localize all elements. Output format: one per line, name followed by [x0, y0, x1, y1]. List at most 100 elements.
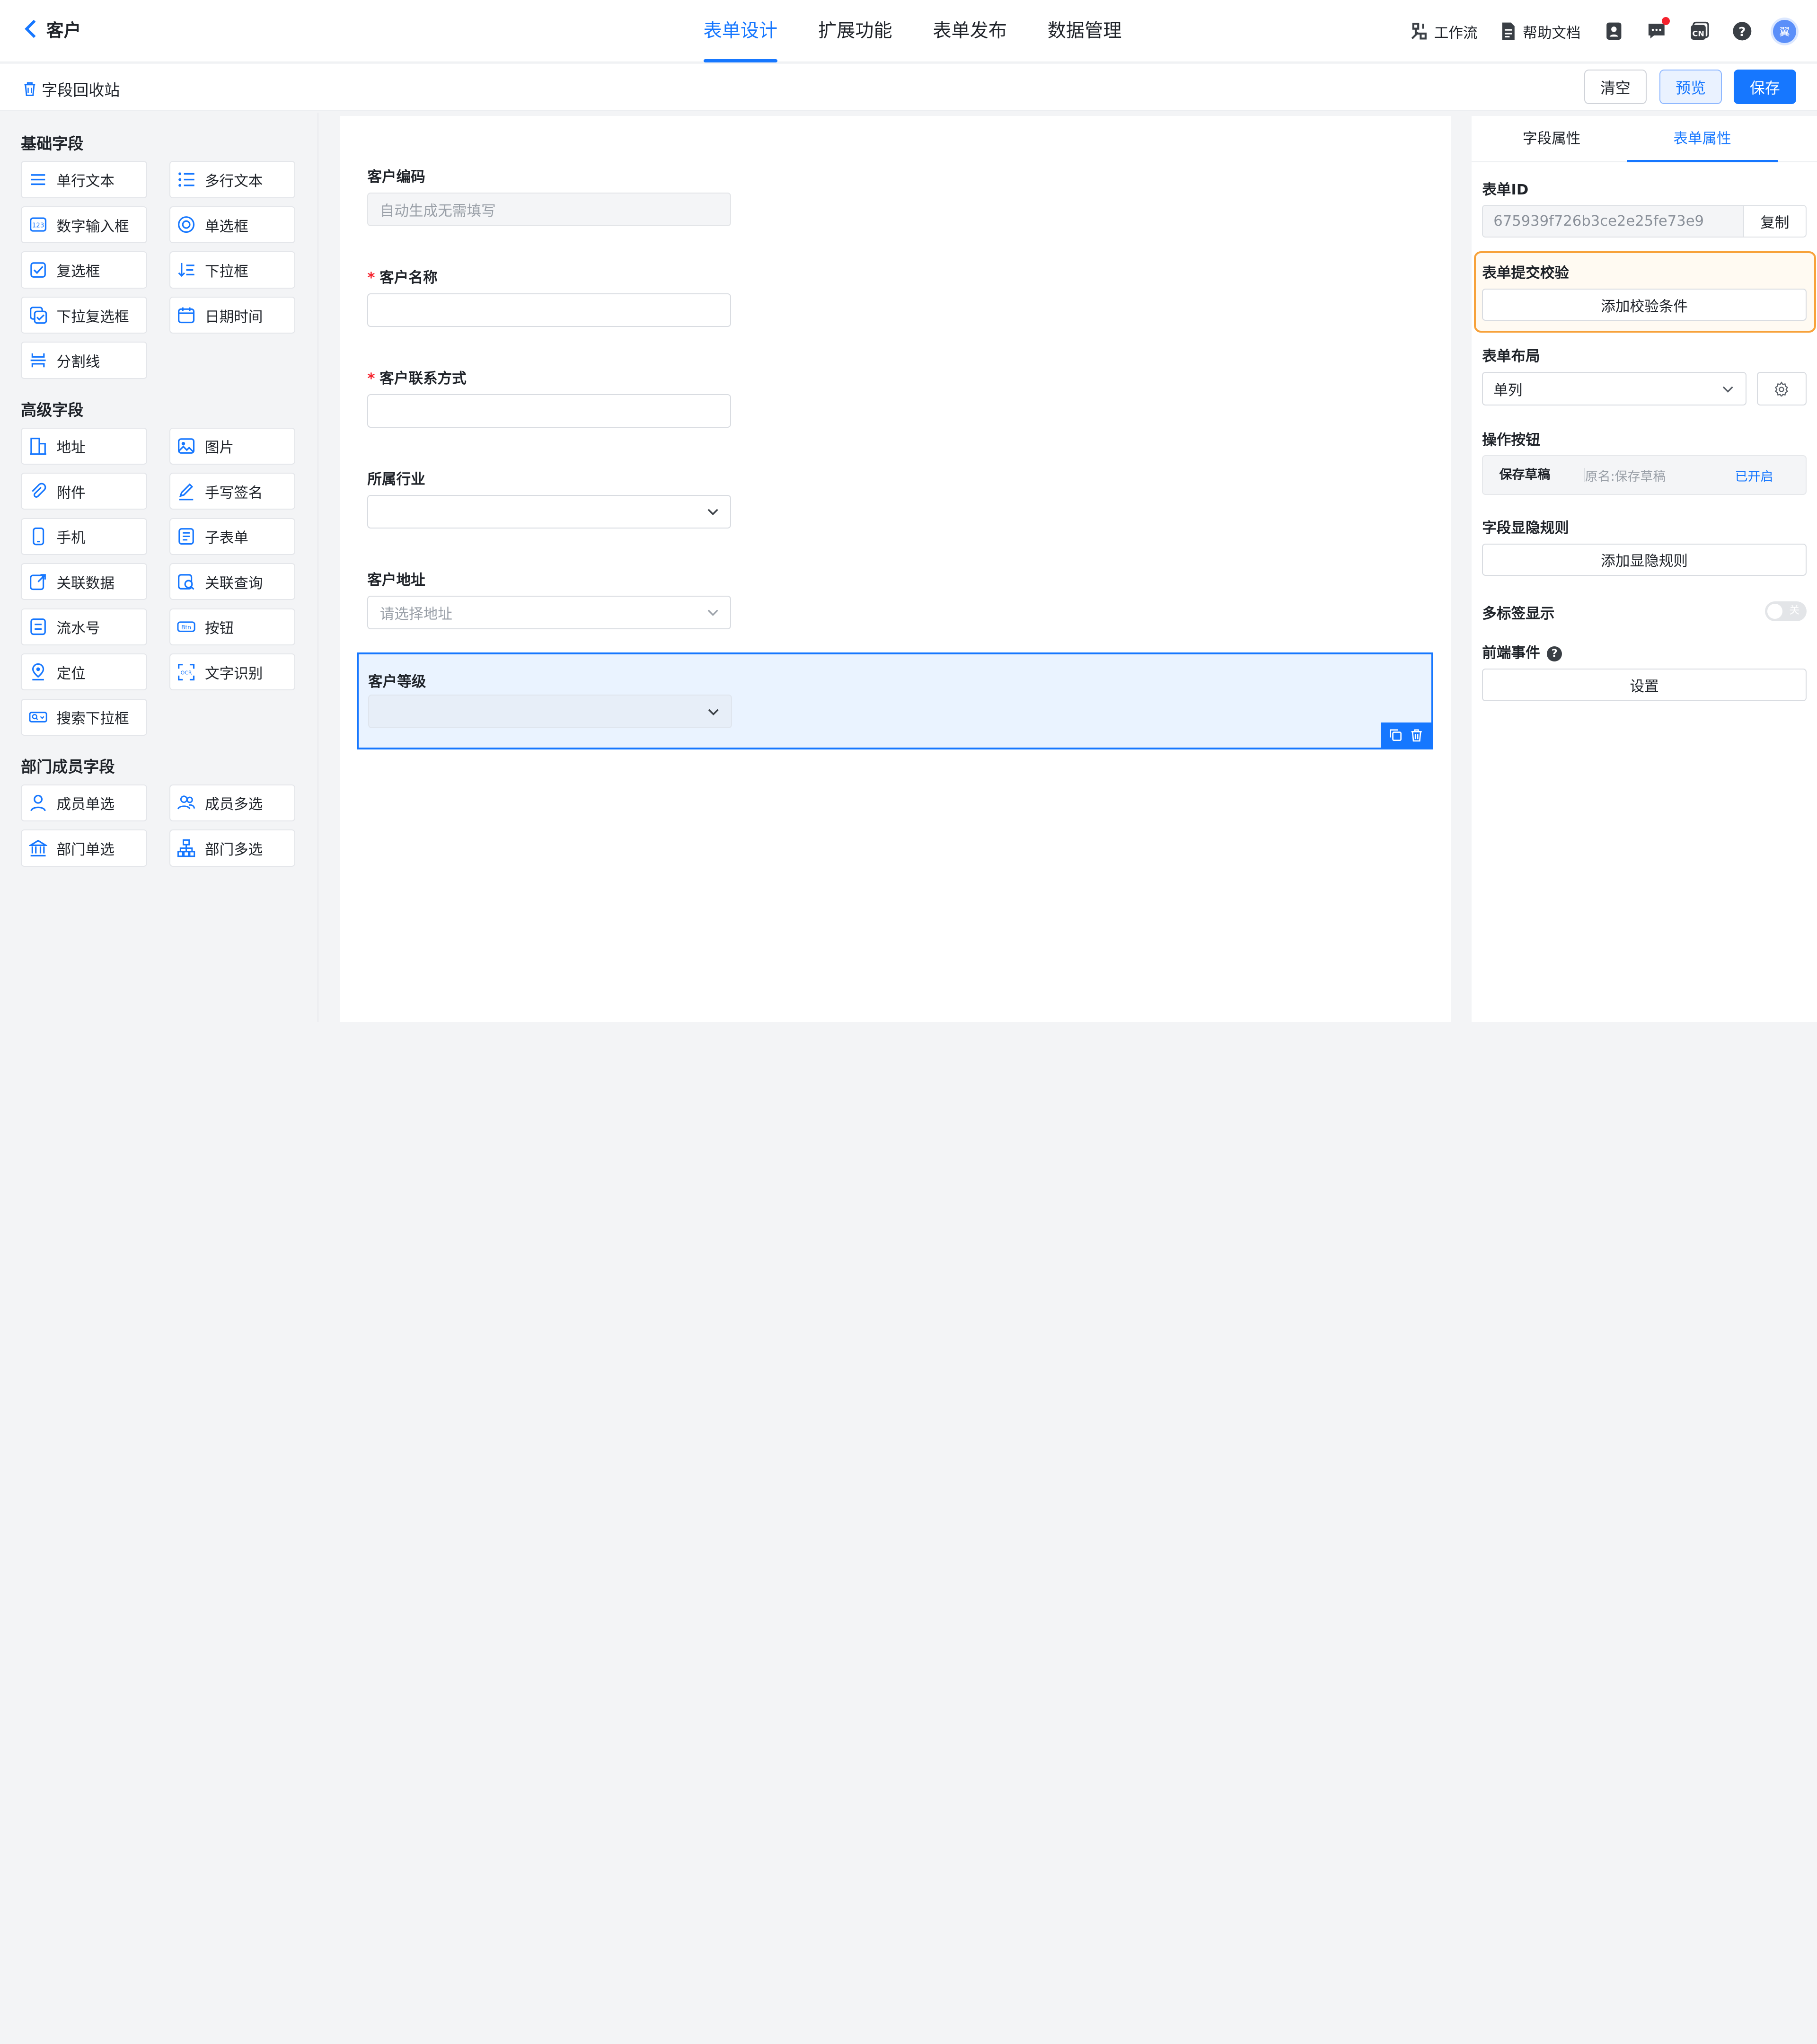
form-field-customer-address[interactable]: 客户地址 请选择地址	[367, 568, 732, 629]
palette-item-address[interactable]: 地址	[21, 427, 148, 465]
form-field-customer-name[interactable]: * 客户名称	[367, 265, 732, 327]
palette-item-attachment[interactable]: 附件	[21, 473, 148, 510]
avatar[interactable]: 翼	[1773, 19, 1796, 43]
palette-item-location[interactable]: 定位	[21, 653, 148, 691]
form-id-section: 表单ID 675939f726b3ce2e25fe73e9 复制	[1482, 177, 1807, 238]
palette-item-image[interactable]: 图片	[169, 427, 296, 465]
palette-item-serial-number[interactable]: 流水号	[21, 608, 148, 645]
palette-item-link-query[interactable]: 关联查询	[169, 563, 296, 600]
tab-form-publish[interactable]: 表单发布	[933, 0, 1007, 62]
copy-icon[interactable]	[1389, 728, 1402, 742]
customer-level-select[interactable]	[368, 695, 732, 729]
palette-item-single-line-text[interactable]: 单行文本	[21, 161, 148, 198]
divider-icon	[30, 353, 46, 368]
language-cn-icon: CN	[1691, 22, 1709, 40]
form-field-industry[interactable]: 所属行业	[367, 467, 732, 529]
number-input-icon: 123	[29, 217, 46, 232]
preview-button[interactable]: 预览	[1659, 69, 1722, 105]
form-id-label: 表单ID	[1482, 181, 1529, 198]
link-query-icon	[178, 573, 194, 590]
palette-item-label: 下拉复选框	[56, 308, 129, 326]
member-fields-title: 部门成员字段	[21, 757, 115, 776]
question-icon[interactable]: ?	[1547, 646, 1562, 661]
clear-button[interactable]: 清空	[1584, 69, 1647, 105]
add-visibility-rule-button[interactable]: 添加显隐规则	[1482, 543, 1807, 576]
help-button[interactable]: ?	[1732, 21, 1752, 41]
svg-text:Btn: Btn	[181, 624, 191, 631]
palette-item-signature[interactable]: 手写签名	[169, 473, 296, 510]
palette-item-member-single[interactable]: 成员单选	[21, 784, 148, 822]
palette-item-label: 关联查询	[204, 575, 263, 592]
palette-item-divider[interactable]: 分割线	[21, 342, 148, 379]
tab-field-properties[interactable]: 字段属性	[1476, 116, 1627, 161]
palette-item-button[interactable]: Btn 按钮	[169, 608, 296, 645]
palette-item-link-data[interactable]: 关联数据	[21, 563, 148, 600]
palette-item-dropdown[interactable]: 下拉框	[169, 251, 296, 289]
palette-item-label: 部门多选	[204, 841, 263, 858]
palette-item-number-input[interactable]: 123 数字输入框	[21, 206, 148, 244]
tab-extensions[interactable]: 扩展功能	[818, 0, 892, 62]
multi-tab-toggle[interactable]: 关	[1764, 601, 1807, 621]
properties-panel: 字段属性 表单属性 表单ID 675939f726b3ce2e25fe73e9 …	[1472, 115, 1817, 1022]
multi-line-text-icon	[178, 172, 194, 187]
palette-item-ocr[interactable]: OCR 文字识别	[169, 653, 296, 691]
address-select[interactable]: 请选择地址	[367, 595, 732, 629]
link-data-icon	[29, 573, 46, 590]
customer-contact-input[interactable]	[367, 394, 732, 428]
messages-button[interactable]	[1647, 17, 1670, 41]
page-title: 客户	[46, 20, 81, 41]
palette-item-label: 手机	[56, 530, 86, 547]
palette-item-subform[interactable]: 子表单	[169, 518, 296, 555]
field-label: 客户等级	[368, 673, 426, 690]
palette-item-radio[interactable]: 单选框	[169, 206, 296, 244]
workflow-label: 工作流	[1434, 25, 1478, 42]
tab-data-management[interactable]: 数据管理	[1048, 0, 1122, 62]
dropdown-checkbox-icon	[29, 307, 47, 324]
search-dropdown-icon	[29, 712, 47, 723]
contacts-button[interactable]	[1604, 21, 1624, 41]
frontend-events-settings-button[interactable]: 设置	[1482, 669, 1807, 701]
svg-text:123: 123	[32, 222, 44, 229]
back-button[interactable]: 客户	[21, 16, 81, 42]
palette-item-department-multi[interactable]: 部门多选	[169, 829, 296, 867]
form-layout-section: 表单布局 单列	[1482, 344, 1807, 406]
form-field-customer-contact[interactable]: * 客户联系方式	[367, 366, 732, 428]
submit-validation-label: 表单提交校验	[1482, 265, 1569, 282]
action-status-toggle[interactable]: 已开启	[1735, 466, 1773, 485]
visibility-rules-section: 字段显隐规则 添加显隐规则	[1482, 516, 1807, 576]
add-validation-button[interactable]: 添加校验条件	[1482, 288, 1807, 321]
radio-icon	[178, 216, 195, 233]
delete-icon[interactable]	[1410, 728, 1423, 742]
svg-text:OCR: OCR	[181, 670, 192, 676]
document-icon	[1502, 22, 1515, 40]
form-id-row: 675939f726b3ce2e25fe73e9 复制	[1482, 205, 1807, 238]
form-field-customer-level-selected[interactable]: 客户等级	[357, 652, 1434, 750]
tab-form-properties[interactable]: 表单属性	[1627, 116, 1778, 163]
form-field-customer-code[interactable]: 客户编码 自动生成无需填写	[367, 165, 732, 226]
workflow-button[interactable]: 工作流	[1410, 21, 1478, 42]
form-layout-select[interactable]: 单列	[1482, 372, 1746, 406]
customer-name-input[interactable]	[367, 293, 732, 327]
palette-item-member-multi[interactable]: 成员多选	[169, 784, 296, 822]
palette-item-multi-line-text[interactable]: 多行文本	[169, 161, 296, 198]
field-recycle-bin-button[interactable]: 字段回收站	[22, 78, 120, 100]
tab-form-design[interactable]: 表单设计	[703, 0, 777, 63]
palette-item-dropdown-checkbox[interactable]: 下拉复选框	[21, 296, 148, 334]
language-button[interactable]: CN	[1690, 21, 1710, 41]
help-docs-button[interactable]: 帮助文档	[1499, 21, 1581, 42]
palette-item-label: 定位	[56, 665, 86, 682]
question-icon: ?	[1733, 22, 1752, 41]
industry-select[interactable]	[367, 494, 732, 529]
toolbar: 字段回收站 清空 预览 保存	[0, 63, 1817, 112]
palette-item-search-dropdown[interactable]: 搜索下拉框	[21, 698, 148, 736]
layout-settings-button[interactable]	[1756, 372, 1807, 406]
copy-button[interactable]: 复制	[1743, 206, 1806, 237]
palette-item-datetime[interactable]: 日期时间	[169, 296, 296, 334]
palette-item-checkbox[interactable]: 复选框	[21, 251, 148, 289]
field-actions	[1380, 722, 1432, 748]
chevron-down-icon	[708, 709, 719, 716]
save-button[interactable]: 保存	[1733, 69, 1796, 105]
palette-item-phone[interactable]: 手机	[21, 518, 148, 555]
palette-item-department-single[interactable]: 部门单选	[21, 829, 148, 867]
chevron-left-icon	[25, 20, 36, 38]
